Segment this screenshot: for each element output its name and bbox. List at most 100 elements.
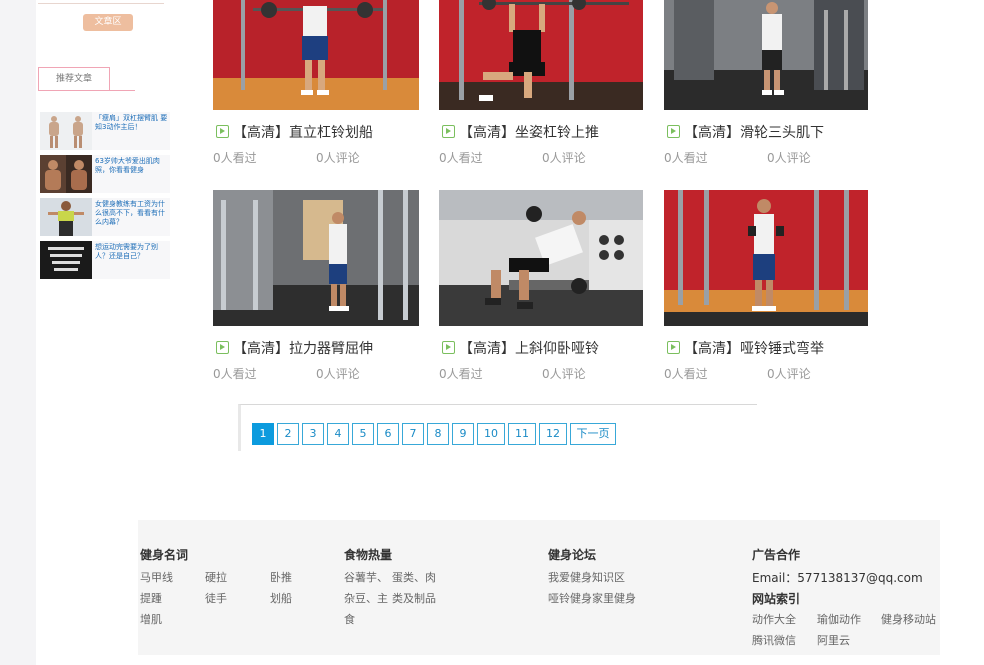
footer-col-forum: 健身论坛: [548, 546, 596, 563]
view-count: 0人看过: [439, 151, 483, 165]
video-card[interactable]: 【高清】直立杠铃划船 0人看过 0人评论: [213, 0, 419, 165]
page-8-button[interactable]: 8: [427, 423, 449, 445]
view-count: 0人看过: [664, 151, 708, 165]
comment-count: 0人评论: [542, 367, 586, 381]
video-title-row[interactable]: 【高清】滑轮三头肌下: [664, 122, 894, 142]
video-thumbnail[interactable]: [439, 0, 645, 110]
video-card[interactable]: 【高清】坐姿杠铃上推 0人看过 0人评论: [439, 0, 645, 165]
footer-link[interactable]: 食: [344, 611, 355, 627]
recommend-thumbnail: [40, 112, 92, 150]
video-title[interactable]: 【高清】直立杠铃划船: [233, 122, 373, 142]
video-title-row[interactable]: 【高清】直立杠铃划船: [213, 122, 443, 142]
view-count: 0人看过: [439, 367, 483, 381]
recommend-tab-underline: [38, 90, 135, 91]
sidebar-divider: [38, 3, 164, 4]
footer-link[interactable]: 瑜伽动作: [817, 611, 861, 627]
next-page-button[interactable]: 下一页: [570, 423, 616, 445]
view-count: 0人看过: [664, 367, 708, 381]
article-zone-button[interactable]: 文章区: [83, 14, 133, 31]
video-card[interactable]: 【高清】拉力器臂屈伸 0人看过 0人评论: [213, 190, 419, 381]
recommend-item-title[interactable]: 「瘦肩」双杠摆臂肌 要知3动作主后！: [95, 114, 170, 142]
footer-link[interactable]: 增肌: [140, 611, 162, 627]
view-count: 0人看过: [213, 367, 257, 381]
footer-heading: 健身名词: [140, 548, 189, 562]
footer-col-ads: 广告合作: [752, 546, 800, 563]
page-3-button[interactable]: 3: [302, 423, 324, 445]
footer-link[interactable]: 健身移动站: [881, 611, 936, 627]
footer-heading: 广告合作: [752, 548, 801, 562]
footer-link[interactable]: 硬拉: [205, 569, 227, 585]
recommend-item-title[interactable]: 想运动完需要为了别人？还是自己？: [95, 243, 170, 271]
footer-heading: 食物热量: [344, 548, 393, 562]
video-title[interactable]: 【高清】滑轮三头肌下: [684, 122, 824, 142]
sidebar: 文章区 推荐文章 「瘦肩」双杠摆臂肌 要知3动作主后！ 63岁帅大爷爱出肌肉照，…: [38, 0, 170, 290]
footer-link[interactable]: 哑铃健身家里健身: [548, 590, 636, 606]
footer-link[interactable]: 我爱健身知识区: [548, 569, 625, 585]
view-count: 0人看过: [213, 151, 257, 165]
page-10-button[interactable]: 10: [477, 423, 505, 445]
video-title-row[interactable]: 【高清】哑铃锤式弯举: [664, 338, 894, 358]
video-title[interactable]: 【高清】上斜仰卧哑铃: [459, 338, 599, 358]
footer-link[interactable]: 卧推: [270, 569, 292, 585]
recommend-list: 「瘦肩」双杠摆臂肌 要知3动作主后！ 63岁帅大爷爱出肌肉照，你看看健身 女健身…: [40, 112, 170, 284]
comment-count: 0人评论: [316, 151, 360, 165]
play-icon: [216, 125, 229, 138]
play-icon: [667, 341, 680, 354]
video-thumbnail[interactable]: [664, 0, 870, 110]
video-thumbnail[interactable]: [664, 190, 870, 326]
footer-link[interactable]: 蛋类、肉: [392, 569, 436, 585]
footer-link[interactable]: 类及制品: [392, 590, 436, 606]
recommend-item[interactable]: 63岁帅大爷爱出肌肉照，你看看健身: [40, 155, 170, 193]
footer-link[interactable]: 徒手: [205, 590, 227, 606]
play-icon: [667, 125, 680, 138]
recommend-thumbnail: [40, 241, 92, 279]
video-title-row[interactable]: 【高清】坐姿杠铃上推: [439, 122, 669, 142]
video-title-row[interactable]: 【高清】上斜仰卧哑铃: [439, 338, 669, 358]
footer-col-fitness-terms: 健身名词: [140, 546, 188, 563]
play-icon: [216, 341, 229, 354]
recommend-tab[interactable]: 推荐文章: [38, 67, 110, 90]
footer-link[interactable]: 动作大全: [752, 611, 796, 627]
footer-heading: 网站索引: [752, 592, 801, 606]
footer-link[interactable]: 杂豆、主: [344, 590, 388, 606]
recommend-item[interactable]: 「瘦肩」双杠摆臂肌 要知3动作主后！: [40, 112, 170, 150]
page-12-button[interactable]: 12: [539, 423, 567, 445]
comment-count: 0人评论: [767, 367, 811, 381]
page-5-button[interactable]: 5: [352, 423, 374, 445]
video-title[interactable]: 【高清】拉力器臂屈伸: [233, 338, 373, 358]
footer-link[interactable]: 腾讯微信: [752, 632, 796, 648]
page-2-button[interactable]: 2: [277, 423, 299, 445]
page-9-button[interactable]: 9: [452, 423, 474, 445]
footer-link[interactable]: 马甲线: [140, 569, 173, 585]
recommend-item[interactable]: 想运动完需要为了别人？还是自己？: [40, 241, 170, 279]
page-1-button[interactable]: 1: [252, 423, 274, 445]
left-gutter: [0, 0, 36, 665]
video-thumbnail[interactable]: [213, 0, 419, 110]
page-6-button[interactable]: 6: [377, 423, 399, 445]
contact-email[interactable]: Email：577138137@qq.com: [752, 569, 923, 586]
comment-count: 0人评论: [767, 151, 811, 165]
footer: 健身名词 马甲线 硬拉 卧推 提踵 徒手 划船 增肌 食物热量 谷薯芋、 蛋类、…: [138, 520, 940, 655]
recommend-item-title[interactable]: 女健身教练有工资为什么很高不下，看看有什么内幕？: [95, 200, 170, 228]
page-7-button[interactable]: 7: [402, 423, 424, 445]
page-4-button[interactable]: 4: [327, 423, 349, 445]
footer-link[interactable]: 阿里云: [817, 632, 850, 648]
recommend-item-title[interactable]: 63岁帅大爷爱出肌肉照，你看看健身: [95, 157, 170, 185]
recommend-item[interactable]: 女健身教练有工资为什么很高不下，看看有什么内幕？: [40, 198, 170, 236]
video-title-row[interactable]: 【高清】拉力器臂屈伸: [213, 338, 443, 358]
video-card[interactable]: 【高清】上斜仰卧哑铃 0人看过 0人评论: [439, 190, 645, 381]
footer-link[interactable]: 谷薯芋、: [344, 569, 388, 585]
play-icon: [442, 125, 455, 138]
footer-link[interactable]: 提踵: [140, 590, 162, 606]
video-thumbnail[interactable]: [213, 190, 419, 326]
recommend-thumbnail: [40, 155, 92, 193]
video-title[interactable]: 【高清】坐姿杠铃上推: [459, 122, 599, 142]
pagination-area: 1 2 3 4 5 6 7 8 9 10 11 12 下一页: [238, 404, 757, 451]
page-11-button[interactable]: 11: [508, 423, 536, 445]
footer-link[interactable]: 划船: [270, 590, 292, 606]
video-card[interactable]: 【高清】哑铃锤式弯举 0人看过 0人评论: [664, 190, 870, 381]
video-thumbnail[interactable]: [439, 190, 645, 326]
video-card[interactable]: 【高清】滑轮三头肌下 0人看过 0人评论: [664, 0, 870, 165]
video-title[interactable]: 【高清】哑铃锤式弯举: [684, 338, 824, 358]
play-icon: [442, 341, 455, 354]
